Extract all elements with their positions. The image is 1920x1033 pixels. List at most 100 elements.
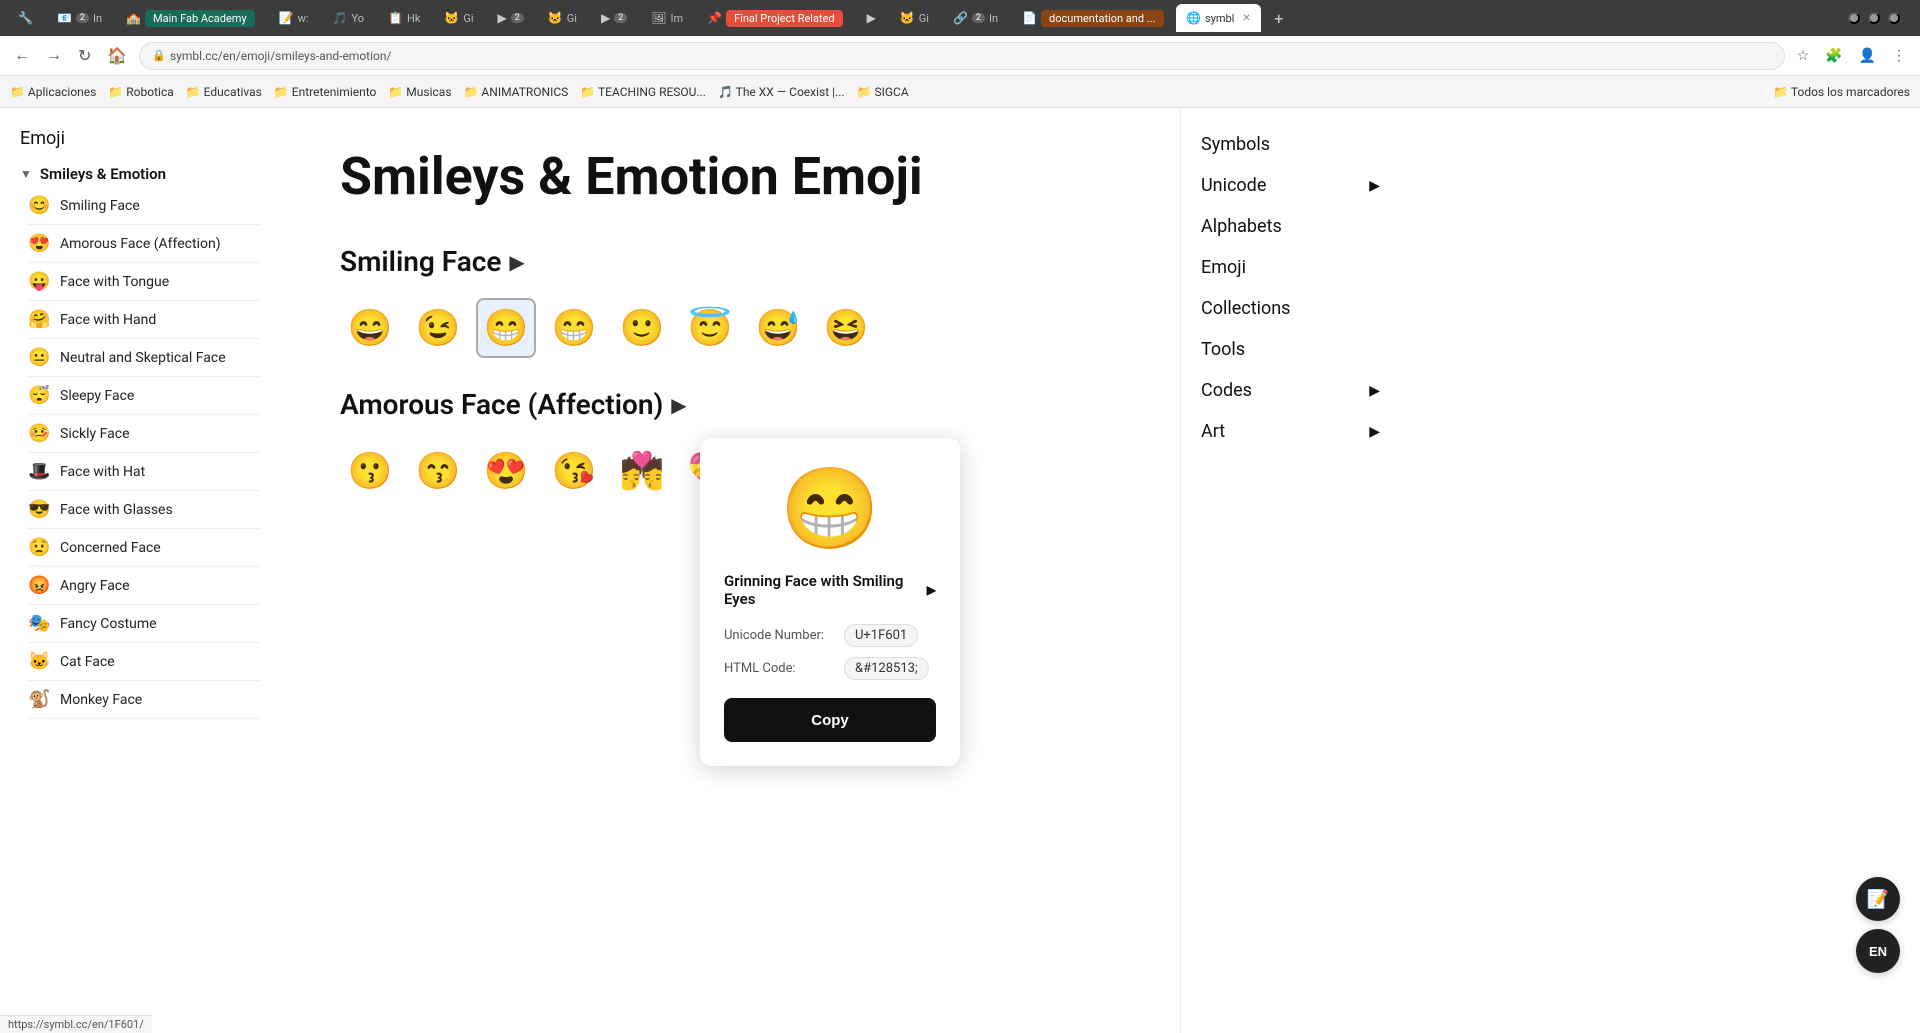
nav-tools: Tools xyxy=(1201,333,1380,366)
tab-yt3[interactable]: ▶ xyxy=(857,4,886,32)
bookmark-teaching[interactable]: 📁 TEACHING RESOU... xyxy=(580,85,706,99)
popup-html-label: HTML Code: xyxy=(724,661,834,676)
maximize-button[interactable]: □ xyxy=(1868,12,1880,24)
tab-hk[interactable]: 📋 Hk xyxy=(378,4,430,32)
nav-item-alphabets[interactable]: Alphabets xyxy=(1201,210,1380,243)
browser-chrome: 🔧 📧 2 In 🏫 Main Fab Academy 📝 w: 🎵 Yo 📋 … xyxy=(0,0,1920,108)
tab-yt1[interactable]: ▶ 2 xyxy=(488,4,534,32)
extensions-btn[interactable]: 🧩 xyxy=(1821,43,1846,68)
subcategory-monkey-face[interactable]: 🐒 Monkey Face xyxy=(28,681,260,719)
codes-arrow-icon: ▶ xyxy=(1369,383,1380,399)
page-title: Smileys & Emotion Emoji xyxy=(340,148,1120,205)
subcategory-cat-face[interactable]: 🐱 Cat Face xyxy=(28,643,260,681)
subcategory-neutral-face[interactable]: 😐 Neutral and Skeptical Face xyxy=(28,339,260,377)
emoji-xd[interactable]: 😆 xyxy=(816,298,876,358)
emoji-grinning[interactable]: 😄 xyxy=(340,298,400,358)
language-floating-button[interactable]: EN xyxy=(1856,929,1900,973)
right-sidebar: Symbols Unicode ▶ Alphabets Emoji Collec… xyxy=(1180,108,1400,1033)
close-button[interactable]: ✕ xyxy=(1888,12,1900,24)
emoji-kiss[interactable]: 😗 xyxy=(340,441,400,501)
home-button[interactable]: 🏠 xyxy=(103,42,131,70)
tab-documentation[interactable]: 📄 documentation and ... xyxy=(1012,4,1172,32)
tab-in2[interactable]: 🔗 2 In xyxy=(943,4,1008,32)
tab-gi3[interactable]: 🐱 Gi xyxy=(890,4,939,32)
popup-name: Grinning Face with Smiling Eyes ▶ xyxy=(724,572,936,608)
subcategory-angry-face[interactable]: 😡 Angry Face xyxy=(28,567,260,605)
subcategory-sleepy-face[interactable]: 😴 Sleepy Face xyxy=(28,377,260,415)
bookmark-robotica[interactable]: 📁 Robotica xyxy=(108,85,173,99)
subcategory-face-tongue[interactable]: 😛 Face with Tongue xyxy=(28,263,260,301)
smileys-category-header[interactable]: ▼ Smileys & Emotion xyxy=(20,161,260,187)
bookmark-star[interactable]: ☆ xyxy=(1793,43,1814,68)
subcategory-fancy-costume[interactable]: 🎭 Fancy Costume xyxy=(28,605,260,643)
nav-item-tools[interactable]: Tools xyxy=(1201,333,1380,366)
bookmark-animatronics[interactable]: 📁 ANIMATRONICS xyxy=(464,85,569,99)
popup-unicode-label: Unicode Number: xyxy=(724,628,834,643)
emoji-winking[interactable]: 😉 xyxy=(408,298,468,358)
nav-unicode: Unicode ▶ xyxy=(1201,169,1380,202)
tab-w[interactable]: 📝 w: xyxy=(269,4,319,32)
nav-emoji: Emoji xyxy=(1201,251,1380,284)
bookmark-sigca[interactable]: 📁 SIGCA xyxy=(857,85,909,99)
url-bar[interactable]: 🔒 symbl.cc/en/emoji/smileys-and-emotion/ xyxy=(139,42,1784,70)
emoji-simple-smile[interactable]: 🙂 xyxy=(612,298,672,358)
nav-item-emoji[interactable]: Emoji xyxy=(1201,251,1380,284)
profile-btn[interactable]: 👤 xyxy=(1855,43,1880,68)
copy-button[interactable]: Copy xyxy=(724,698,936,742)
amorous-face-arrow-icon: ▶ xyxy=(671,393,686,417)
emoji-sweat-smile[interactable]: 😅 xyxy=(748,298,808,358)
bookmark-educativas[interactable]: 📁 Educativas xyxy=(186,85,262,99)
nav-item-symbols[interactable]: Symbols xyxy=(1201,128,1380,161)
tab-fab-academy[interactable]: 🏫 Main Fab Academy xyxy=(116,4,265,32)
subcategory-smiling-face[interactable]: 😊 Smiling Face xyxy=(28,187,260,225)
tab-gi2[interactable]: 🐱 Gi xyxy=(538,4,587,32)
tab-yo[interactable]: 🎵 Yo xyxy=(323,4,374,32)
tab-close-icon[interactable]: ✕ xyxy=(1242,13,1250,24)
tab-symbl-active[interactable]: 🌐 symbl ✕ xyxy=(1176,4,1261,32)
subcategory-face-glasses[interactable]: 😎 Face with Glasses xyxy=(28,491,260,529)
tab-yt2[interactable]: ▶ 2 xyxy=(591,4,637,32)
tab-extensions[interactable]: 🔧 xyxy=(8,4,43,32)
popup-emoji-display: 😁 xyxy=(724,462,936,556)
bookmark-aplicaciones[interactable]: 📁 Aplicaciones xyxy=(10,85,96,99)
nav-collections: Collections xyxy=(1201,292,1380,325)
bookmark-xx[interactable]: 🎵 The XX — Coexist |... xyxy=(718,85,845,99)
emoji-smiling-eyes[interactable]: 😁 xyxy=(476,298,536,358)
amorous-face-section-header: Amorous Face (Affection) ▶ xyxy=(340,388,1120,421)
subcategory-sickly-face[interactable]: 🤒 Sickly Face xyxy=(28,415,260,453)
nav-alphabets: Alphabets xyxy=(1201,210,1380,243)
emoji-heart-eyes[interactable]: 😍 xyxy=(476,441,536,501)
tab-gmail[interactable]: 📧 2 In xyxy=(47,4,112,32)
notes-floating-button[interactable]: 📝 xyxy=(1856,877,1900,921)
nav-item-codes[interactable]: Codes ▶ xyxy=(1201,374,1380,407)
smiling-face-title: Smiling Face xyxy=(340,245,501,278)
more-btn[interactable]: ⋮ xyxy=(1888,43,1910,68)
emoji-kiss2[interactable]: 😙 xyxy=(408,441,468,501)
emoji-couplekiss[interactable]: 💏 xyxy=(612,441,672,501)
smileys-category-name: Smileys & Emotion xyxy=(40,165,166,183)
subcategory-face-hat[interactable]: 🎩 Face with Hat xyxy=(28,453,260,491)
emoji-smiling-blush[interactable]: 😇 xyxy=(680,298,740,358)
subcategory-amorous-face[interactable]: 😍 Amorous Face (Affection) xyxy=(28,225,260,263)
nav-item-unicode[interactable]: Unicode ▶ xyxy=(1201,169,1380,202)
back-button[interactable]: ← xyxy=(10,43,34,69)
subcategory-face-hand[interactable]: 🤗 Face with Hand xyxy=(28,301,260,339)
forward-button[interactable]: → xyxy=(42,43,66,69)
reload-button[interactable]: ↻ xyxy=(74,42,95,70)
bookmark-all[interactable]: 📁 Todos los marcadores xyxy=(1773,85,1910,99)
emoji-kissing-heart[interactable]: 😘 xyxy=(544,441,604,501)
nav-item-collections[interactable]: Collections xyxy=(1201,292,1380,325)
bookmark-entretenimiento[interactable]: 📁 Entretenimiento xyxy=(274,85,377,99)
minimize-button[interactable]: — xyxy=(1848,12,1860,24)
tab-add-button[interactable]: + xyxy=(1265,4,1293,32)
tab-final-project[interactable]: 📌 Final Project Related xyxy=(697,4,852,32)
tab-gi1[interactable]: 🐱 Gi xyxy=(434,4,483,32)
nav-item-art[interactable]: Art ▶ xyxy=(1201,415,1380,448)
bookmark-musicas[interactable]: 📁 Musicas xyxy=(388,85,451,99)
subcategory-concerned-face[interactable]: 😟 Concerned Face xyxy=(28,529,260,567)
nav-codes: Codes ▶ xyxy=(1201,374,1380,407)
emoji-big-smile[interactable]: 😁 xyxy=(544,298,604,358)
url-text: symbl.cc/en/emoji/smileys-and-emotion/ xyxy=(170,49,391,63)
tab-im[interactable]: 🖼 Im xyxy=(641,4,693,32)
floating-buttons: 📝 EN xyxy=(1856,877,1900,973)
